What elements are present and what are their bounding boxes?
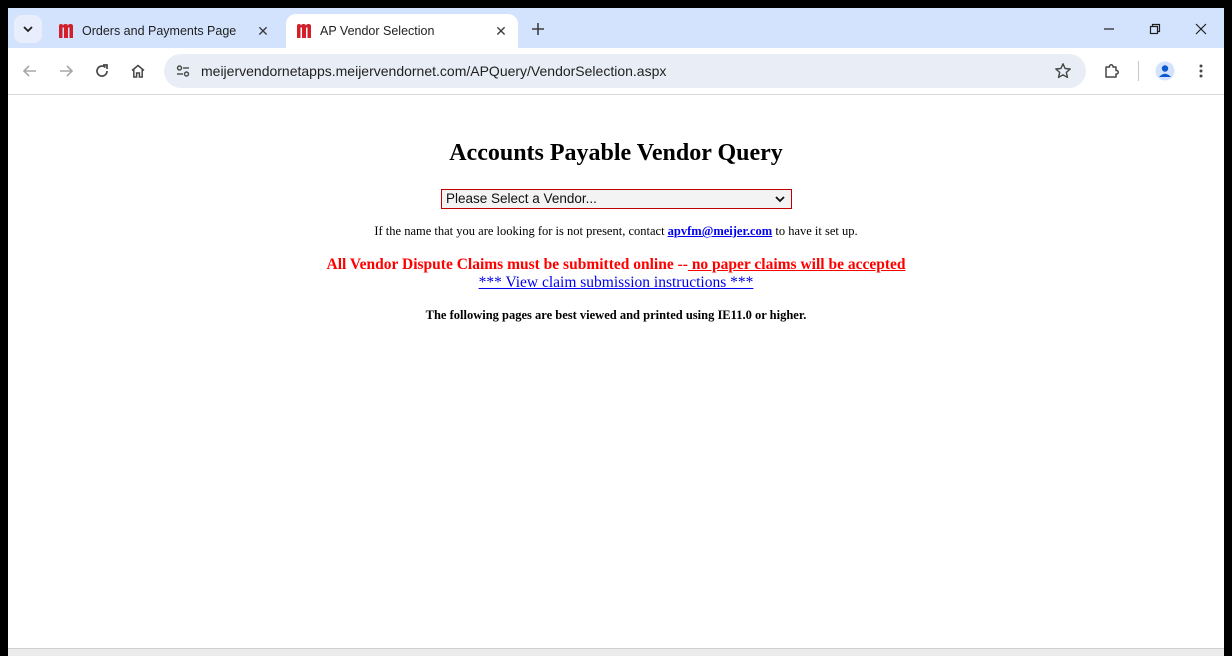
dispute-emphasis: no paper claims will be accepted	[687, 256, 906, 273]
tab-strip: Orders and Payments Page ✕ AP Vendor Sel…	[8, 8, 1224, 48]
dispute-notice: All Vendor Dispute Claims must be submit…	[8, 256, 1224, 274]
restore-icon	[1149, 23, 1161, 35]
url-text: meijervendornetapps.meijervendornet.com/…	[201, 63, 667, 79]
tab-ap-vendor-selection[interactable]: AP Vendor Selection ✕	[286, 14, 518, 48]
tab-search-button[interactable]	[14, 15, 42, 43]
new-tab-button[interactable]	[526, 17, 550, 41]
extensions-button[interactable]	[1098, 57, 1126, 85]
puzzle-icon	[1105, 64, 1119, 78]
more-vert-icon	[1199, 64, 1203, 78]
minimize-icon	[1104, 28, 1114, 30]
contact-email-link[interactable]: apvfm@meijer.com	[668, 224, 773, 238]
minimize-button[interactable]	[1094, 16, 1124, 42]
vendor-select[interactable]: Please Select a Vendor...	[441, 189, 792, 209]
dispute-lead: All Vendor Dispute Claims must be submit…	[326, 256, 688, 273]
reload-button[interactable]	[88, 57, 116, 85]
menu-button[interactable]	[1187, 57, 1215, 85]
back-button[interactable]	[16, 57, 44, 85]
chevron-down-icon	[775, 196, 785, 203]
tab-orders-and-payments[interactable]: Orders and Payments Page ✕	[48, 14, 280, 48]
arrow-left-icon	[22, 65, 36, 77]
page-content: Accounts Payable Vendor Query Please Sel…	[8, 95, 1224, 648]
instructions-row: *** View claim submission instructions *…	[8, 274, 1224, 292]
home-button[interactable]	[124, 57, 152, 85]
bottom-bar	[8, 648, 1224, 656]
close-window-button[interactable]	[1186, 16, 1216, 42]
browser-toolbar: meijervendornetapps.meijervendornet.com/…	[8, 48, 1224, 95]
avatar-icon	[1155, 61, 1175, 81]
close-icon[interactable]: ✕	[490, 20, 512, 42]
vendor-select-value: Please Select a Vendor...	[446, 191, 597, 206]
toolbar-divider	[1138, 61, 1139, 81]
m-logo-icon	[296, 23, 312, 39]
page-title: Accounts Payable Vendor Query	[449, 140, 783, 166]
browser-compat-note: The following pages are best viewed and …	[425, 308, 807, 322]
plus-icon	[532, 23, 544, 35]
tab-title: AP Vendor Selection	[320, 24, 435, 38]
home-icon	[131, 64, 145, 78]
bookmark-star-icon[interactable]	[1052, 60, 1074, 82]
chevron-down-icon	[23, 26, 33, 33]
contact-note: If the name that you are looking for is …	[8, 224, 1224, 239]
reload-icon	[96, 64, 108, 77]
browser-window: Orders and Payments Page ✕ AP Vendor Sel…	[8, 8, 1224, 656]
forward-button[interactable]	[52, 57, 80, 85]
arrow-right-icon	[60, 65, 74, 77]
site-settings-icon[interactable]	[172, 60, 194, 82]
contact-suffix: to have it set up.	[772, 224, 858, 238]
tab-title: Orders and Payments Page	[82, 24, 237, 38]
contact-prefix: If the name that you are looking for is …	[374, 224, 668, 238]
claim-instructions-link[interactable]: *** View claim submission instructions *…	[479, 274, 754, 291]
profile-button[interactable]	[1151, 57, 1179, 85]
address-bar[interactable]: meijervendornetapps.meijervendornet.com/…	[164, 54, 1086, 88]
close-icon	[1195, 23, 1207, 35]
restore-button[interactable]	[1140, 16, 1170, 42]
close-icon[interactable]: ✕	[252, 20, 274, 42]
m-logo-icon	[58, 23, 74, 39]
